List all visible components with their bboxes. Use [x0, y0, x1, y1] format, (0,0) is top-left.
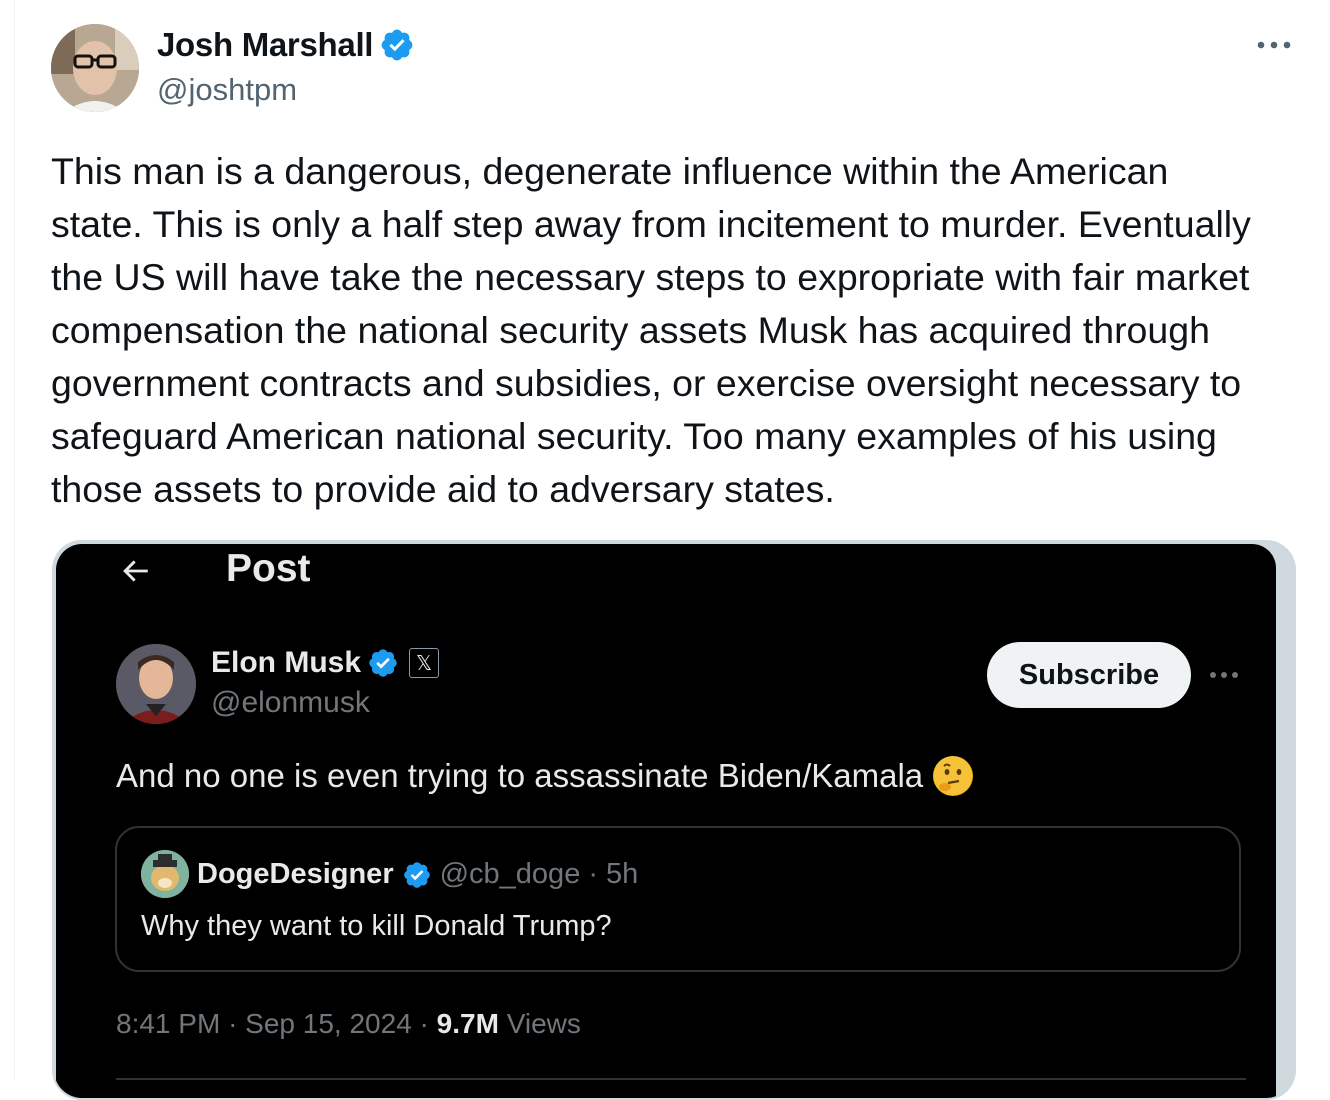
- author-photo: [51, 24, 139, 112]
- tweet-text-line: government contracts and subsidies, or e…: [51, 362, 1242, 404]
- meta-separator: ·: [228, 1008, 238, 1039]
- quoted-author-handle: @cb_doge: [439, 858, 581, 890]
- more-options-icon[interactable]: [1252, 30, 1296, 60]
- author-name-text: Josh Marshall: [157, 26, 374, 63]
- embedded-screenshot[interactable]: Post Elon Musk 𝕏 @elonmusk Subscribe And…: [52, 540, 1296, 1100]
- quoted-post: DogeDesigner @cb_doge · 5h Why they want…: [115, 826, 1241, 972]
- thinking-face-emoji-icon: [933, 756, 974, 796]
- author-avatar[interactable]: [51, 24, 139, 112]
- x-affiliation-badge-icon: 𝕏: [409, 648, 440, 678]
- tweet-text-line: state. This is only a half step away fro…: [51, 203, 1251, 245]
- quoted-timestamp: 5h: [606, 858, 639, 890]
- embedded-author-avatar: [116, 644, 196, 724]
- tweet-text: This man is a dangerous, degenerate infl…: [51, 145, 1301, 516]
- author-handle[interactable]: @joshtpm: [157, 72, 297, 108]
- embedded-author-name-text: Elon Musk: [211, 646, 362, 679]
- embedded-post-text-content: And no one is even trying to assassinate…: [116, 757, 924, 794]
- embedded-author-handle: @elonmusk: [211, 686, 370, 719]
- verified-badge-icon: [381, 29, 413, 61]
- author-name[interactable]: Josh Marshall: [157, 26, 415, 64]
- embedded-author-photo: [116, 644, 196, 724]
- tweet-text-line: compensation the national security asset…: [51, 309, 1210, 351]
- subscribe-button: Subscribe: [987, 642, 1191, 708]
- tweet-text-line: the US will have take the necessary step…: [51, 256, 1250, 298]
- verified-badge-icon: [403, 861, 430, 888]
- views-label: Views: [506, 1008, 581, 1039]
- timeline-border: [14, 0, 15, 1080]
- quoted-author-name: DogeDesigner: [197, 858, 394, 890]
- post-date: Sep 15, 2024: [245, 1008, 412, 1039]
- tweet-text-line: This man is a dangerous, degenerate infl…: [51, 150, 1169, 192]
- quoted-author-row: DogeDesigner @cb_doge · 5h: [197, 858, 638, 891]
- tweet-text-line: those assets to provide aid to adversary…: [51, 468, 835, 510]
- embedded-post-text: And no one is even trying to assassinate…: [116, 756, 974, 796]
- tweet-text-line: safeguard American national security. To…: [51, 415, 1217, 457]
- embedded-post-title: Post: [226, 547, 311, 590]
- views-count: 9.7M: [436, 1008, 499, 1039]
- post-metadata: 8:41 PM · Sep 15, 2024 · 9.7M Views: [116, 1008, 581, 1040]
- verified-badge-icon: [369, 649, 397, 677]
- quoted-author-photo: [141, 850, 189, 898]
- embedded-author-name: Elon Musk 𝕏: [211, 646, 440, 680]
- quoted-post-text: Why they want to kill Donald Trump?: [141, 910, 612, 942]
- embedded-screenshot-canvas: Post Elon Musk 𝕏 @elonmusk Subscribe And…: [56, 544, 1276, 1098]
- meta-separator: ·: [419, 1008, 429, 1039]
- back-arrow-icon: [118, 554, 158, 594]
- quoted-author-avatar: [141, 850, 189, 898]
- quoted-separator: ·: [588, 858, 598, 890]
- embedded-more-options-icon: [1204, 662, 1244, 688]
- post-time: 8:41 PM: [116, 1008, 221, 1039]
